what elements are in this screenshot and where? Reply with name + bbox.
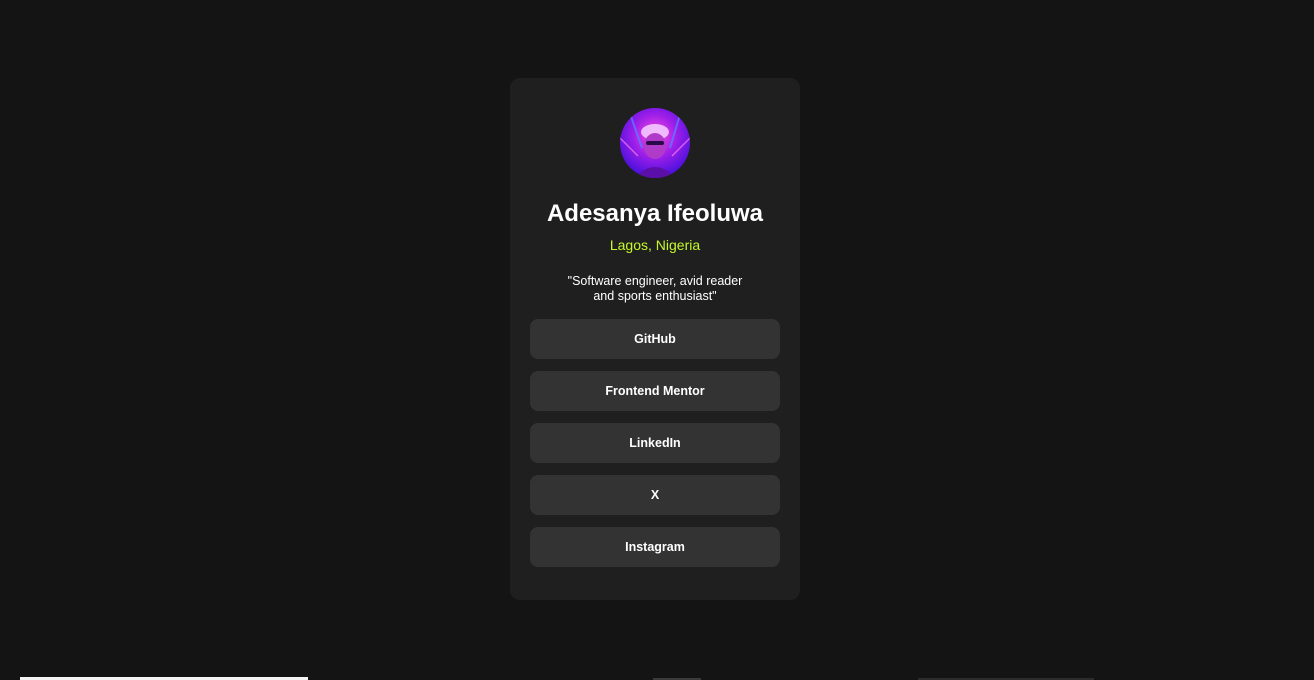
frontend-mentor-link-button[interactable]: Frontend Mentor: [530, 371, 780, 411]
avatar-image: [620, 108, 690, 178]
github-link-button[interactable]: GitHub: [530, 319, 780, 359]
social-links: GitHub Frontend Mentor LinkedIn X Instag…: [510, 319, 800, 567]
linkedin-link-button[interactable]: LinkedIn: [530, 423, 780, 463]
avatar: [620, 108, 690, 178]
profile-name: Adesanya Ifeoluwa: [546, 200, 764, 227]
bio-line-2: and sports enthusiast": [593, 289, 717, 303]
profile-location: Lagos, Nigeria: [609, 237, 701, 253]
instagram-link-button[interactable]: Instagram: [530, 527, 780, 567]
x-link-button[interactable]: X: [530, 475, 780, 515]
bio-line-1: "Software engineer, avid reader: [567, 274, 743, 288]
profile-bio: "Software engineer, avid reader and spor…: [555, 274, 755, 304]
profile-card: Adesanya Ifeoluwa Lagos, Nigeria "Softwa…: [510, 78, 800, 600]
page: Adesanya Ifeoluwa Lagos, Nigeria "Softwa…: [0, 0, 1314, 680]
